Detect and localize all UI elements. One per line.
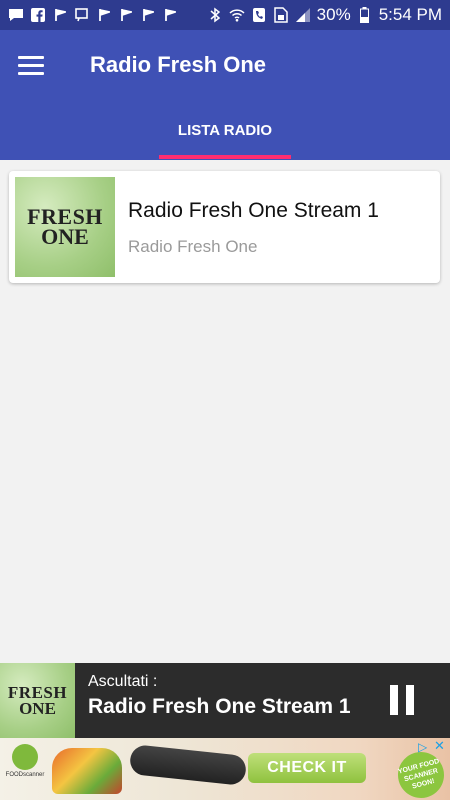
battery-icon: [357, 7, 373, 23]
close-icon[interactable]: ✕: [434, 739, 448, 754]
station-subtitle: Radio Fresh One: [128, 237, 258, 256]
hamburger-menu-icon[interactable]: [18, 56, 44, 76]
signal-flag-icon: [118, 7, 134, 23]
pause-icon[interactable]: [390, 685, 416, 715]
clock: 5:54 PM: [378, 5, 442, 24]
now-playing-title: Radio Fresh One Stream 1: [88, 695, 351, 718]
player-logo: FRESH ONE: [0, 663, 75, 738]
signal-flag-icon: [162, 7, 178, 23]
player-label: Ascultati :: [88, 673, 158, 690]
station-logo-text: ONE: [41, 224, 89, 249]
tab-lista-radio[interactable]: LISTA RADIO: [159, 112, 291, 160]
chat-icon: [8, 7, 24, 23]
app-bar: Radio Fresh One LISTA RADIO: [0, 30, 450, 160]
phone-icon: [251, 7, 267, 23]
ad-choices-icon[interactable]: ▷: [418, 740, 432, 754]
signal-flag-icon: [52, 7, 68, 23]
station-title: Radio Fresh One Stream 1: [128, 199, 379, 222]
status-bar-system: 30% 5:54 PM: [207, 5, 442, 25]
tab-indicator: [159, 155, 291, 159]
signal-icon: [295, 7, 311, 23]
sim-icon: [273, 7, 289, 23]
player-bar: FRESH ONE Ascultati : Radio Fresh One St…: [0, 663, 450, 738]
player-logo-text: ONE: [19, 698, 56, 718]
station-logo: FRESH ONE: [15, 177, 115, 277]
ad-food-image: [52, 748, 122, 794]
bluetooth-icon: [207, 7, 223, 23]
signal-flag-icon: [96, 7, 112, 23]
ad-banner[interactable]: FOODscanner CHECK IT YOUR FOOD SCANNER S…: [0, 738, 450, 800]
wifi-icon: [229, 7, 245, 23]
flag-outline-icon: [74, 7, 90, 23]
app-title: Radio Fresh One: [90, 52, 267, 77]
battery-percent: 30%: [316, 5, 351, 24]
food-scanner-logo-icon: [12, 744, 38, 770]
station-card[interactable]: FRESH ONE Radio Fresh One Stream 1 Radio…: [9, 171, 440, 283]
signal-flag-icon: [140, 7, 156, 23]
ad-brand-logo: FOODscanner: [2, 744, 48, 794]
status-bar-notifications: [8, 7, 178, 23]
ad-brand-text: FOODscanner: [5, 772, 45, 778]
ad-check-it-button[interactable]: CHECK IT: [248, 753, 366, 783]
status-bar: 30% 5:54 PM: [0, 0, 450, 30]
facebook-icon: [30, 7, 46, 23]
